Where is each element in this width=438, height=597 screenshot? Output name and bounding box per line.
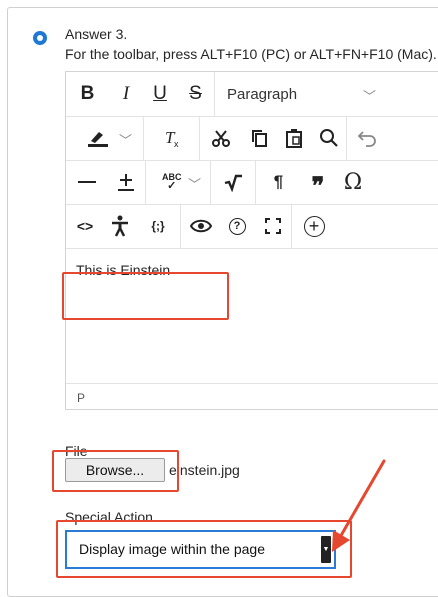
annotation-arrow xyxy=(332,459,386,552)
